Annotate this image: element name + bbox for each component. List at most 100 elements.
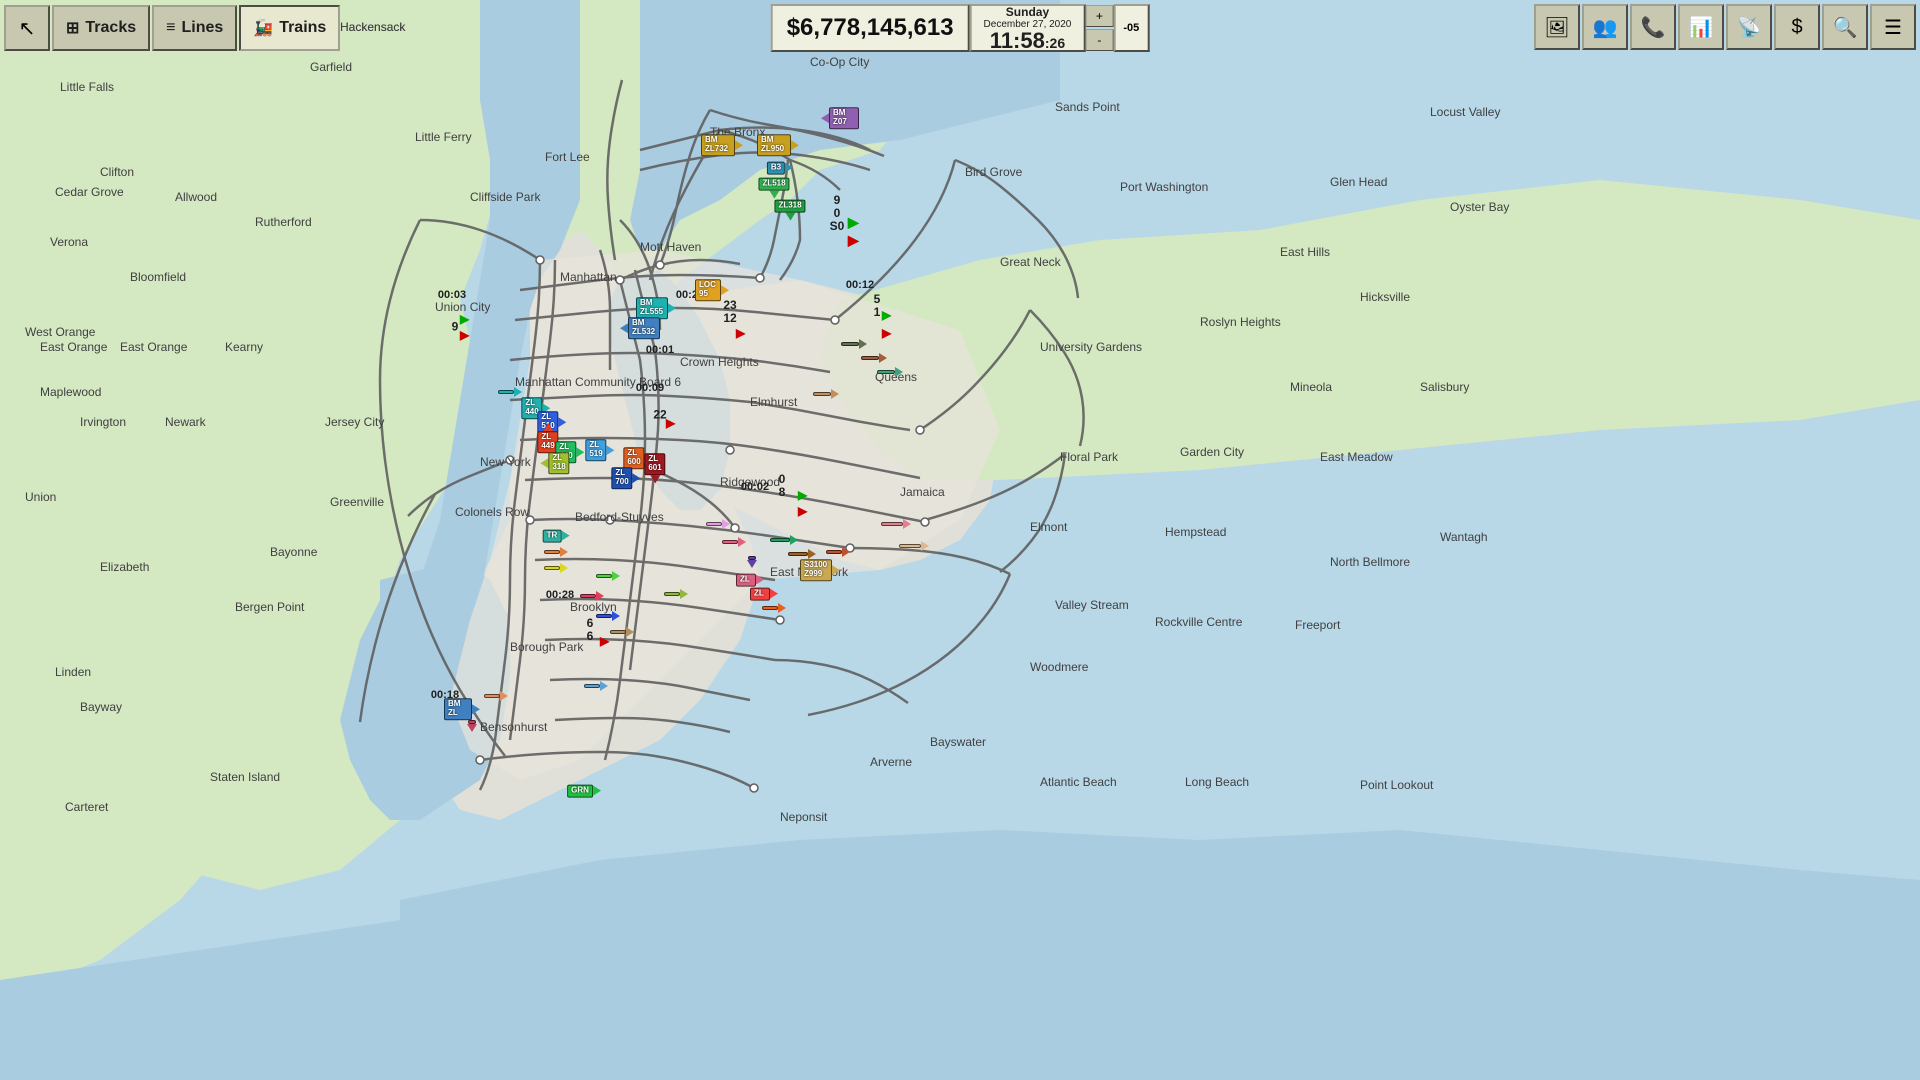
train-marker[interactable] <box>747 556 757 568</box>
cursor-button[interactable]: ↖ <box>4 5 50 51</box>
city-label: Newark <box>165 415 206 429</box>
train-marker[interactable] <box>722 537 746 547</box>
train-marker[interactable]: S3100 Z999 <box>800 559 840 581</box>
train-marker[interactable]: ZL 510 <box>537 411 566 433</box>
menu-button[interactable]: ☰ <box>1870 4 1916 50</box>
lines-button[interactable]: ≡ Lines <box>152 5 237 51</box>
train-marker[interactable]: ZL 440 <box>521 397 550 419</box>
finance-button[interactable]: $ <box>1774 4 1820 50</box>
lines-label: Lines <box>181 19 223 37</box>
city-label: Co-Op City <box>810 55 869 69</box>
train-marker[interactable]: ZL 440 <box>555 441 584 463</box>
time-label: 00:12 <box>846 279 874 291</box>
tracks-button[interactable]: ⊞ Tracks <box>52 5 150 51</box>
city-label: Elmhurst <box>750 395 797 409</box>
train-marker[interactable] <box>544 563 568 573</box>
train-marker[interactable]: BM ZL532 <box>620 317 660 339</box>
city-label: Bloomfield <box>130 270 186 284</box>
train-marker[interactable]: B3 <box>767 162 793 175</box>
city-label: Salisbury <box>1420 380 1469 394</box>
train-marker[interactable]: GRN <box>567 785 601 798</box>
train-marker[interactable]: BM ZL732 <box>701 134 743 156</box>
direction-indicator: ▶ <box>848 214 859 231</box>
train-marker[interactable]: BM ZL555 <box>636 297 676 319</box>
train-marker[interactable] <box>580 591 604 601</box>
train-marker[interactable]: ZL 600 <box>623 447 652 469</box>
train-marker[interactable] <box>664 589 688 599</box>
time-up-button[interactable]: + <box>1085 5 1113 27</box>
train-marker[interactable] <box>788 549 816 559</box>
train-marker[interactable] <box>770 535 798 545</box>
train-marker[interactable]: TR <box>543 530 570 543</box>
trains-button[interactable]: 🚂 Trains <box>239 5 340 51</box>
phone-button[interactable]: 📞 <box>1630 4 1676 50</box>
train-marker[interactable] <box>861 353 887 363</box>
train-marker[interactable] <box>596 611 620 621</box>
train-marker[interactable] <box>841 339 867 349</box>
train-marker[interactable]: LOC 95 <box>695 279 729 301</box>
tracks-label: Tracks <box>85 19 136 37</box>
signal-button[interactable]: 📡 <box>1726 4 1772 50</box>
train-marker[interactable] <box>802 563 830 573</box>
train-marker[interactable] <box>544 547 568 557</box>
city-label: Long Beach <box>1185 775 1249 789</box>
city-label: Irvington <box>80 415 126 429</box>
train-marker[interactable] <box>762 603 786 613</box>
train-marker[interactable] <box>706 519 730 529</box>
time-down-button[interactable]: - <box>1085 29 1113 51</box>
train-marker[interactable] <box>881 519 911 529</box>
train-marker[interactable] <box>484 691 508 701</box>
city-label: Elmont <box>1030 520 1067 534</box>
train-marker[interactable]: ZL 601 <box>644 453 665 483</box>
lines-icon: ≡ <box>166 19 175 37</box>
train-marker[interactable] <box>596 571 620 581</box>
train-marker[interactable] <box>498 387 522 397</box>
direction-arrow: ▶ <box>882 326 891 340</box>
city-label: Verona <box>50 235 88 249</box>
train-marker[interactable]: ZL 318 <box>540 452 569 474</box>
time-display[interactable]: Sunday December 27, 2020 11:58:26 <box>970 4 1086 52</box>
train-marker[interactable] <box>877 367 903 377</box>
train-marker[interactable]: ZL 519 <box>585 439 614 461</box>
train-marker[interactable] <box>584 681 608 691</box>
city-label: Bedford-Stuyves <box>575 510 664 524</box>
stats-button[interactable]: 📊 <box>1678 4 1724 50</box>
city-label: Mott Haven <box>640 240 701 254</box>
people-button[interactable]: 👥 <box>1582 4 1628 50</box>
city-label: University Gardens <box>1040 340 1142 354</box>
city-label: Hicksville <box>1360 290 1410 304</box>
train-marker[interactable]: BM ZL <box>444 698 480 720</box>
train-marker[interactable] <box>610 627 634 637</box>
city-label: Elizabeth <box>100 560 149 574</box>
train-marker[interactable]: ZL 700 <box>611 467 640 489</box>
direction-arrow: ▶ <box>600 634 609 648</box>
train-marker[interactable] <box>467 720 477 732</box>
direction-arrow: ▶ <box>798 504 807 518</box>
train-marker[interactable]: ZL318 <box>774 200 805 221</box>
train-marker[interactable]: BM Z07 <box>821 107 859 129</box>
train-marker[interactable] <box>826 547 850 557</box>
train-marker[interactable]: BM ZL950 <box>757 134 799 156</box>
city-label: Bergen Point <box>235 600 304 614</box>
city-label: Bensonhurst <box>480 720 547 734</box>
city-label: Atlantic Beach <box>1040 775 1117 789</box>
trains-icon: 🚂 <box>253 18 273 38</box>
train-marker[interactable]: ZL518 <box>758 178 789 199</box>
number-group: 08 <box>779 473 786 499</box>
train-marker[interactable] <box>899 541 929 551</box>
train-marker[interactable]: ZL 449 <box>537 423 558 453</box>
city-label: Floral Park <box>1060 450 1118 464</box>
train-marker[interactable]: ZL <box>736 574 764 587</box>
direction-arrow: ▶ <box>848 234 857 248</box>
city-label: Kearny <box>225 340 263 354</box>
train-marker[interactable]: ZL <box>750 588 778 601</box>
clock-label: 11:58:26 <box>990 30 1065 52</box>
center-display: $6,778,145,613 Sunday December 27, 2020 … <box>771 4 1150 52</box>
train-marker[interactable] <box>813 389 839 399</box>
city-label: Hackensack <box>340 20 405 34</box>
photo-button[interactable]: 🖼 <box>1534 4 1580 50</box>
city-label: Little Falls <box>60 80 114 94</box>
search-button[interactable]: 🔍 <box>1822 4 1868 50</box>
city-label: Bird Grove <box>965 165 1022 179</box>
money-display[interactable]: $6,778,145,613 <box>771 4 970 52</box>
